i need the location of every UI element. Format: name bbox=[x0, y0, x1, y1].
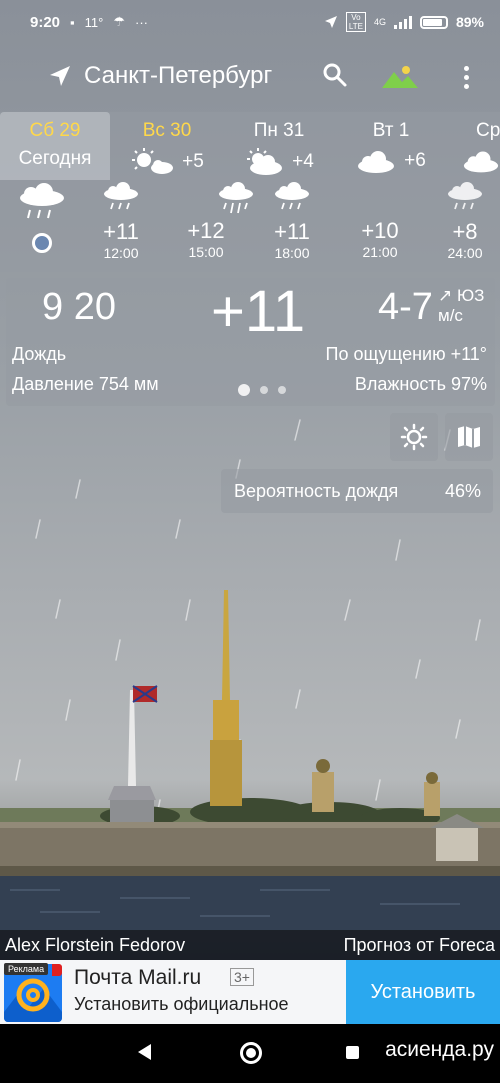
day-temp: +4 bbox=[292, 151, 314, 172]
map-button[interactable] bbox=[445, 413, 493, 461]
tab-day-0[interactable]: Сб 29 Сегодня bbox=[0, 112, 110, 180]
tab-day-3[interactable]: Вт 1 +6 bbox=[336, 112, 446, 180]
day-temp: +5 bbox=[182, 151, 204, 172]
hour-time: 12:00 bbox=[103, 245, 139, 261]
home-icon[interactable] bbox=[240, 1042, 262, 1064]
network-type: 4G bbox=[373, 17, 386, 27]
hour-item-now[interactable] bbox=[12, 182, 72, 253]
back-icon[interactable] bbox=[138, 1044, 151, 1060]
ad-banner[interactable]: Реклама Почта Mail.ru 3+ Установить офиц… bbox=[0, 960, 500, 1024]
current-temp: +11 bbox=[211, 279, 306, 344]
tab-day-4[interactable]: Ср bbox=[448, 112, 500, 180]
hour-item[interactable]: +10 21:00 bbox=[350, 182, 410, 260]
day-name: Сб 29 bbox=[29, 120, 81, 141]
tab-day-1[interactable]: Вс 30 +5 bbox=[112, 112, 222, 180]
age-rating: 3+ bbox=[230, 968, 254, 986]
hour-icon-slot bbox=[206, 182, 266, 221]
forecast-credit[interactable]: Прогноз от Foreca bbox=[344, 935, 495, 956]
navigation-arrow-icon[interactable] bbox=[48, 64, 72, 88]
page-indicator bbox=[238, 384, 286, 396]
overflow-menu-icon[interactable] bbox=[458, 62, 474, 92]
hour-time: 24:00 bbox=[447, 245, 483, 261]
forecast-strip: Сб 29 Сегодня Вс 30 +5 Пн 31 +4 Вт 1 +6 … bbox=[0, 112, 500, 272]
wind-unit: м/с bbox=[438, 306, 463, 325]
day-temp: +6 bbox=[404, 150, 426, 171]
hour-time: 18:00 bbox=[274, 245, 310, 261]
hour-item[interactable]: +11 18:00 bbox=[262, 182, 322, 261]
status-bar: 9:20 ▪ 11° ☂ ··· Vo LTE 4G 89% bbox=[0, 0, 500, 44]
condition-text: Дождь bbox=[12, 344, 67, 364]
signal-icon bbox=[393, 15, 412, 29]
ad-title: Почта Mail.ru bbox=[74, 966, 202, 989]
rain-probability[interactable]: Вероятность дождя 46% bbox=[221, 469, 493, 513]
status-temp: 11° bbox=[84, 14, 104, 30]
humidity: Влажность 97% bbox=[354, 374, 487, 394]
hour-item[interactable]: +8 24:00 bbox=[435, 182, 495, 261]
hour-time: 15:00 bbox=[188, 244, 224, 260]
photo-credit[interactable]: Alex Florstein Fedorov bbox=[5, 935, 185, 956]
day-name: Ср bbox=[476, 120, 500, 141]
ad-subtitle: Установить официальное bbox=[74, 994, 289, 1014]
install-button[interactable]: Установить bbox=[346, 960, 500, 1024]
hourly-forecast: +11 12:00 +12 15:00 +11 18:00 +10 21:00 bbox=[0, 182, 500, 272]
cloud-icon bbox=[463, 151, 499, 173]
status-time: 9:20 bbox=[30, 13, 61, 31]
tab-day-2[interactable]: Пн 31 +4 bbox=[224, 112, 334, 180]
cloud-icon bbox=[358, 151, 395, 173]
credits-bar: Alex Florstein Fedorov Прогноз от Foreca bbox=[0, 930, 500, 960]
battery-icon bbox=[419, 15, 448, 29]
search-icon[interactable] bbox=[322, 62, 348, 88]
feels-like: По ощущению +11° bbox=[325, 344, 487, 364]
rain-cloud-icon bbox=[275, 182, 309, 210]
ad-label: Реклама bbox=[4, 963, 49, 975]
sun-cloud-icon bbox=[132, 148, 174, 174]
sun-cloud-icon bbox=[247, 148, 283, 175]
day-subtitle: Сегодня bbox=[18, 148, 92, 169]
day-name: Пн 31 bbox=[253, 120, 305, 141]
hour-temp: +11 bbox=[274, 219, 310, 244]
wind-direction-arrow-icon: ↗ bbox=[438, 286, 453, 305]
battery-percent: 89% bbox=[455, 14, 484, 30]
watermark-text: асиенда.ру bbox=[385, 1038, 494, 1061]
hour-item[interactable]: +11 12:00 bbox=[91, 182, 151, 261]
rain-cloud-icon bbox=[20, 183, 64, 219]
sun-moon-button[interactable] bbox=[390, 413, 438, 461]
landscape-icon[interactable] bbox=[382, 62, 418, 90]
pressure: Давление 754 мм bbox=[12, 374, 159, 394]
current-time: 9 20 bbox=[42, 286, 116, 328]
hour-temp: +10 bbox=[361, 218, 399, 243]
current-conditions-panel[interactable]: 9 20 +11 4-7 ↗ ЮЗ м/с Дождь По ощущению … bbox=[6, 278, 495, 406]
rain-probability-label: Вероятность дождя bbox=[234, 480, 399, 501]
cityscape-photo bbox=[0, 590, 500, 930]
message-icon: ▪ bbox=[70, 14, 75, 30]
day-name: Вс 30 bbox=[142, 120, 192, 141]
hour-time: 21:00 bbox=[362, 244, 398, 260]
volte-icon: Vo LTE bbox=[345, 12, 366, 32]
city-name[interactable]: Санкт-Петербург bbox=[84, 62, 272, 90]
recent-apps-icon[interactable] bbox=[346, 1046, 359, 1059]
hour-temp: +11 bbox=[103, 219, 139, 244]
hour-temp: +12 bbox=[187, 218, 225, 243]
wind-speed: 4-7 bbox=[378, 286, 433, 328]
current-hour-indicator bbox=[32, 233, 52, 253]
map-icon bbox=[458, 426, 480, 448]
wind-direction: ЮЗ bbox=[456, 286, 485, 305]
rain-probability-value: 46% bbox=[444, 480, 481, 501]
rain-cloud-icon bbox=[104, 182, 138, 210]
day-name: Вт 1 bbox=[372, 120, 410, 141]
rain-cloud-icon bbox=[448, 182, 482, 210]
ad-close-icon[interactable] bbox=[52, 964, 62, 976]
sun-icon bbox=[400, 423, 428, 451]
system-navigation-bar: асиенда.ру bbox=[0, 1024, 500, 1083]
wind-info: ↗ ЮЗ м/с bbox=[438, 286, 498, 326]
location-arrow-icon bbox=[324, 16, 337, 28]
heavy-rain-cloud-icon bbox=[219, 182, 253, 214]
app-bar: Санкт-Петербург bbox=[0, 52, 500, 102]
hour-temp: +8 bbox=[452, 219, 478, 244]
more-notifications-icon: ··· bbox=[135, 14, 148, 30]
umbrella-icon: ☂ bbox=[113, 14, 125, 29]
